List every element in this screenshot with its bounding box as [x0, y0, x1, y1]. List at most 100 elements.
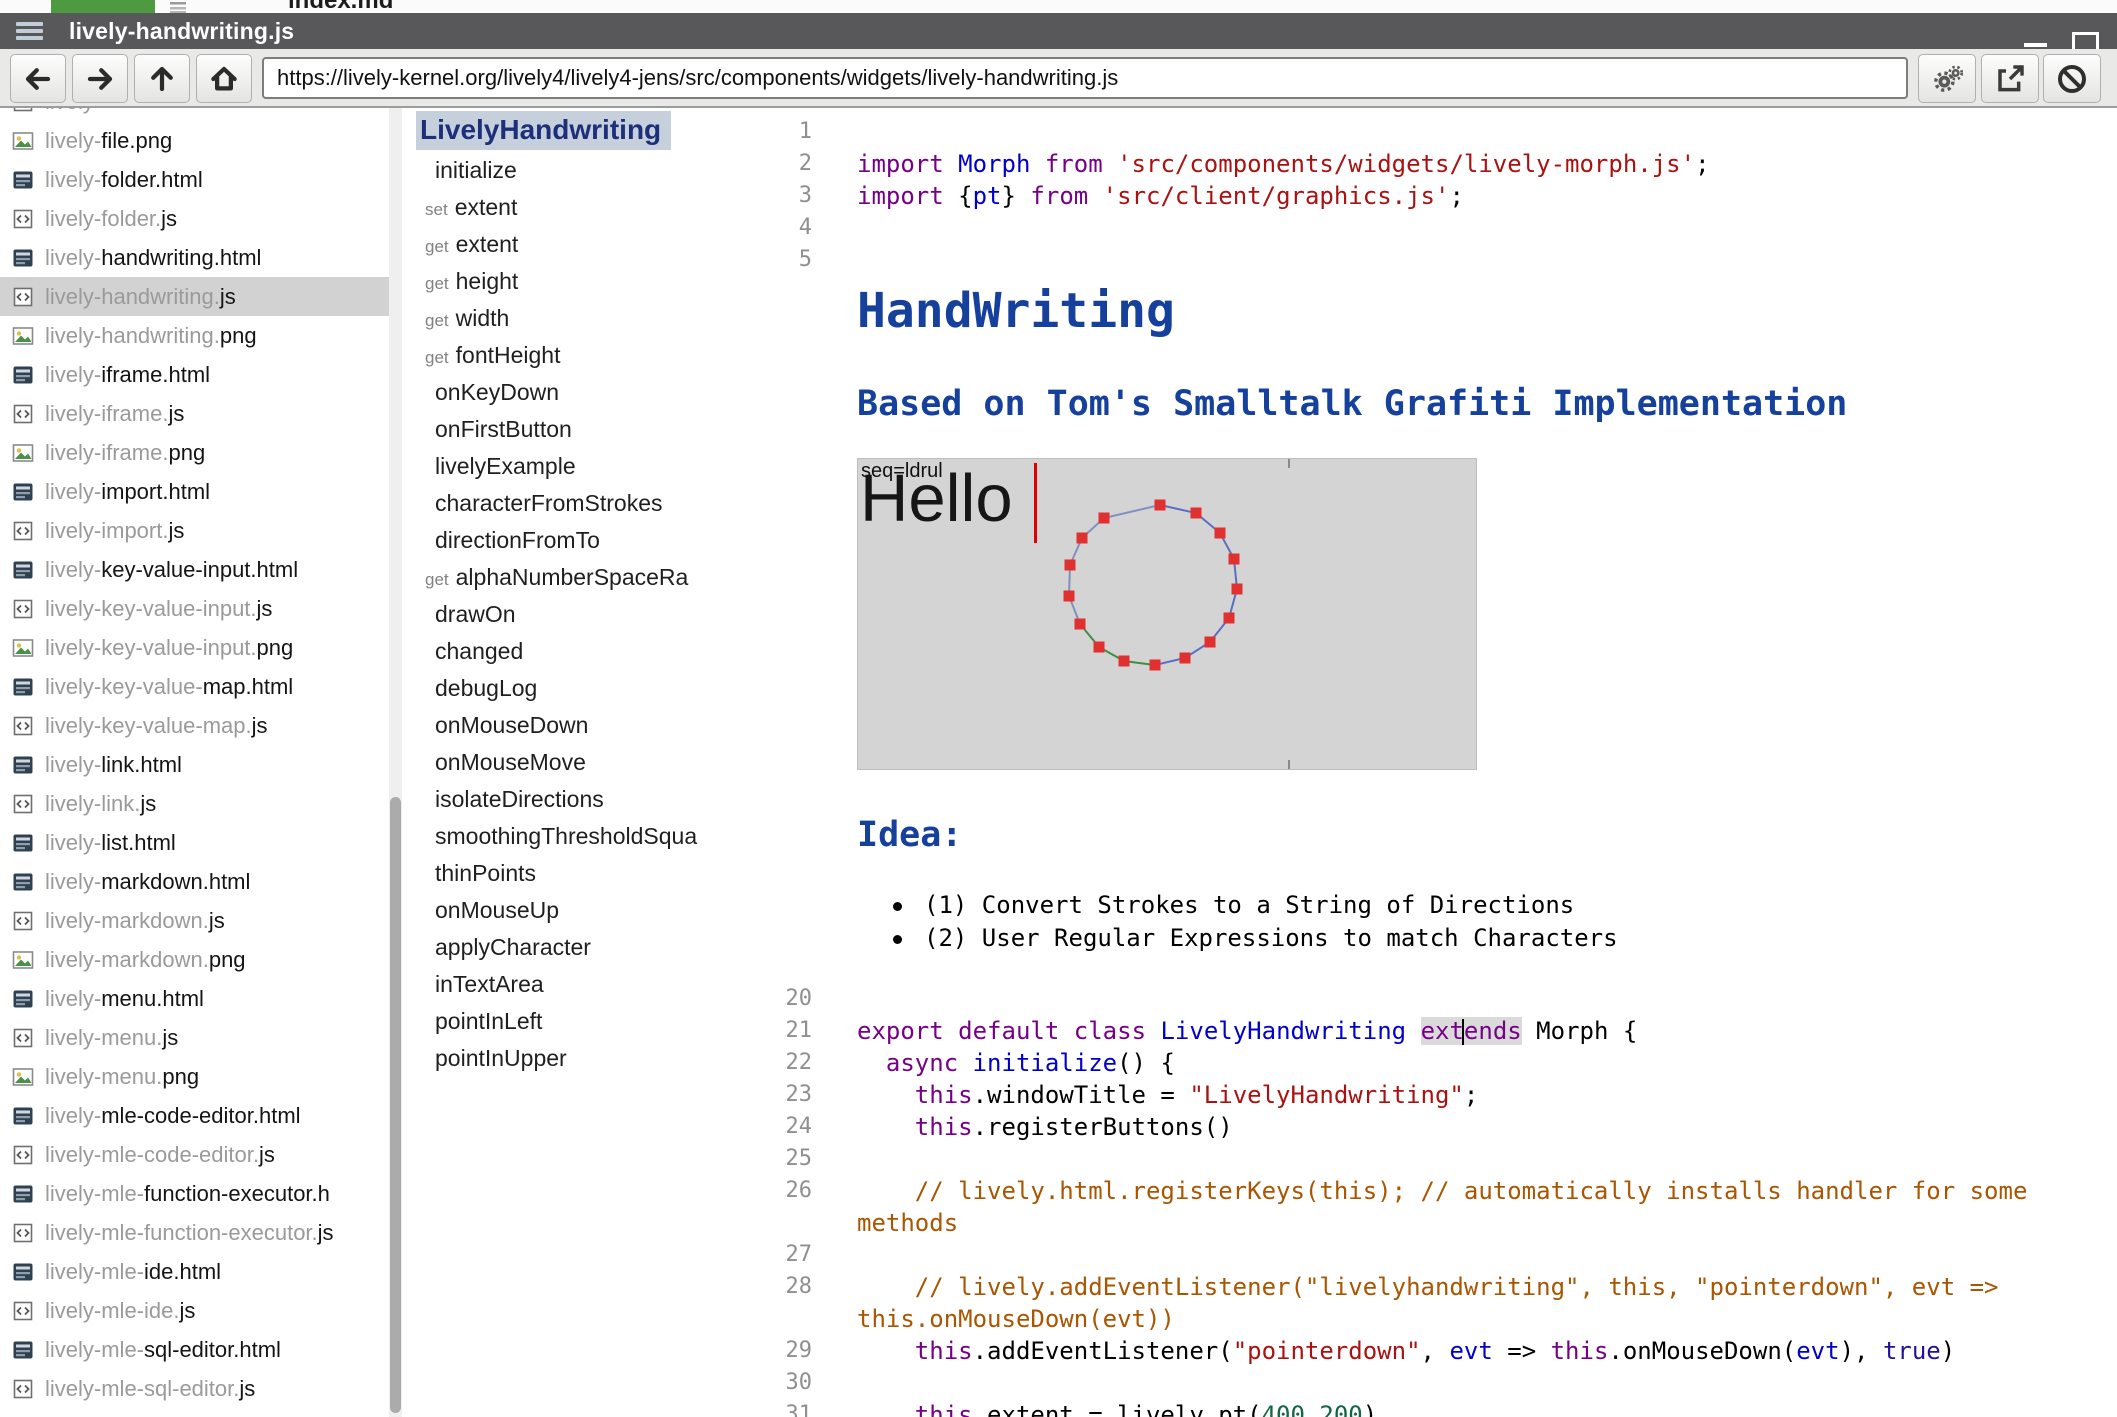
code-line[interactable]: 29 this.addEventListener("pointerdown", … — [736, 1335, 2117, 1367]
file-name-dim: lively- — [45, 128, 101, 154]
outline-method-row[interactable]: getalphaNumberSpaceRa — [414, 559, 736, 596]
outline-method-row[interactable]: pointInLeft — [414, 1003, 736, 1040]
code-line[interactable]: 27 — [736, 1239, 2117, 1271]
home-button[interactable] — [196, 54, 252, 103]
file-row[interactable]: lively-markdown.html — [0, 862, 389, 901]
js-file-icon — [12, 911, 34, 931]
file-row[interactable]: lively-key-value-map.html — [0, 667, 389, 706]
code-line[interactable]: methods — [736, 1207, 2117, 1239]
scrollbar-thumb[interactable] — [390, 797, 401, 1413]
code-line[interactable]: 1 — [736, 116, 2117, 148]
outline-method-row[interactable]: applyCharacter — [414, 929, 736, 966]
menu-icon[interactable] — [16, 19, 43, 43]
code-line[interactable]: 20 — [736, 983, 2117, 1015]
outline-method-row[interactable]: onMouseUp — [414, 892, 736, 929]
outline-method-row[interactable]: characterFromStrokes — [414, 485, 736, 522]
code-line[interactable]: 26 // lively.html.registerKeys(this); //… — [736, 1175, 2117, 1207]
file-row[interactable]: lively-file.png — [0, 121, 389, 160]
code-line[interactable]: 24 this.registerButtons() — [736, 1111, 2117, 1143]
file-row[interactable]: lively-link.html — [0, 745, 389, 784]
outline-method-row[interactable]: onMouseMove — [414, 744, 736, 781]
file-row[interactable]: lively-handwriting.png — [0, 316, 389, 355]
code-line[interactable]: 22 async initialize() { — [736, 1047, 2117, 1079]
outline-method-row[interactable]: getfontHeight — [414, 337, 736, 374]
file-row[interactable]: lively-iframe.js — [0, 394, 389, 433]
method-name: alphaNumberSpaceRa — [456, 564, 689, 590]
code-line[interactable]: 21export default class LivelyHandwriting… — [736, 1015, 2117, 1047]
outline-method-row[interactable]: directionFromTo — [414, 522, 736, 559]
minimize-button[interactable] — [2024, 43, 2047, 47]
file-row[interactable]: lively-iframe.png — [0, 433, 389, 472]
outline-class-name[interactable]: LivelyHandwriting — [416, 111, 671, 150]
file-row[interactable]: lively-key-value-map.js — [0, 706, 389, 745]
outline-method-row[interactable]: setextent — [414, 189, 736, 226]
file-row[interactable]: lively-handwriting.html — [0, 238, 389, 277]
code-line[interactable]: 28 // lively.addEventListener("livelyhan… — [736, 1271, 2117, 1303]
settings-button[interactable] — [1918, 54, 1976, 103]
outline-method-row[interactable]: onFirstButton — [414, 411, 736, 448]
outline-method-row[interactable]: getwidth — [414, 300, 736, 337]
handwriting-canvas[interactable]: Hello seq=ldrul — [857, 458, 1477, 770]
file-row[interactable]: lively-menu.html — [0, 979, 389, 1018]
file-row[interactable]: lively-mle-sql-editor.html — [0, 1330, 389, 1369]
file-row[interactable]: lively-menu.png — [0, 1057, 389, 1096]
code-line[interactable]: 5 — [736, 244, 2117, 276]
file-row[interactable]: lively-mle-function-executor.h — [0, 1174, 389, 1213]
file-row[interactable]: lively-key-value-input.png — [0, 628, 389, 667]
file-row[interactable]: lively-menu.js — [0, 1018, 389, 1057]
outline-method-row[interactable]: onMouseDown — [414, 707, 736, 744]
file-row[interactable]: lively-mle-ide.js — [0, 1291, 389, 1330]
file-row[interactable]: lively-key-value-input.html — [0, 550, 389, 589]
code-line[interactable]: 25 — [736, 1143, 2117, 1175]
file-row[interactable]: lively-folder.js — [0, 199, 389, 238]
outline-method-row[interactable]: getheight — [414, 263, 736, 300]
file-row[interactable]: lively-folder.html — [0, 160, 389, 199]
file-row[interactable]: lively-mle-code-editor.js — [0, 1135, 389, 1174]
file-list-scrollbar[interactable] — [389, 108, 402, 1417]
file-row[interactable]: lively-markdown.js — [0, 901, 389, 940]
outline-method-row[interactable]: isolateDirections — [414, 781, 736, 818]
file-name-dim: lively-mle-sql-editor. — [45, 1376, 239, 1402]
outline-method-row[interactable]: pointInUpper — [414, 1040, 736, 1077]
outline-method-row[interactable]: debugLog — [414, 670, 736, 707]
file-row[interactable]: lively-list.html — [0, 823, 389, 862]
outline-method-row[interactable]: drawOn — [414, 596, 736, 633]
file-row[interactable]: lively-import.html — [0, 472, 389, 511]
file-row[interactable]: lively-mle-code-editor.html — [0, 1096, 389, 1135]
outline-method-row[interactable]: getextent — [414, 226, 736, 263]
code-line[interactable]: 4 — [736, 212, 2117, 244]
file-row[interactable]: lively-mle-function-executor.js — [0, 1213, 389, 1252]
outline-method-row[interactable]: changed — [414, 633, 736, 670]
outline-method-row[interactable]: inTextArea — [414, 966, 736, 1003]
file-name-dim: lively-import. — [45, 518, 168, 544]
back-button[interactable] — [10, 54, 66, 103]
code-line[interactable]: 3import {pt} from 'src/client/graphics.j… — [736, 180, 2117, 212]
file-row[interactable]: lively-handwriting.js — [0, 277, 389, 316]
file-row[interactable]: lively-markdown.png — [0, 940, 389, 979]
file-row[interactable]: lively-import.js — [0, 511, 389, 550]
forward-arrow-icon — [85, 64, 115, 94]
forward-button[interactable] — [72, 54, 128, 103]
url-input[interactable] — [262, 57, 1908, 99]
code-line[interactable]: 2import Morph from 'src/components/widge… — [736, 148, 2117, 180]
file-row[interactable]: lively- — [0, 108, 389, 121]
code-line[interactable]: 30 — [736, 1367, 2117, 1399]
outline-method-row[interactable]: livelyExample — [414, 448, 736, 485]
outline-method-row[interactable]: smoothingThresholdSqua — [414, 818, 736, 855]
file-row[interactable]: lively-key-value-input.js — [0, 589, 389, 628]
outline-method-row[interactable]: thinPoints — [414, 855, 736, 892]
html-file-icon — [12, 365, 34, 385]
outline-method-row[interactable]: initialize — [414, 152, 736, 189]
code-line[interactable]: this.onMouseDown(evt)) — [736, 1303, 2117, 1335]
file-row[interactable]: lively-mle-ide.html — [0, 1252, 389, 1291]
block-button[interactable] — [2043, 54, 2101, 103]
open-external-button[interactable] — [1981, 54, 2039, 103]
up-button[interactable] — [134, 54, 190, 103]
file-row[interactable]: lively-mle-sql-editor.js — [0, 1369, 389, 1408]
code-line[interactable]: 31 this.extent = lively.pt(400,200) — [736, 1399, 2117, 1417]
window-titlebar: lively-handwriting.js — [0, 13, 2117, 49]
code-line[interactable]: 23 this.windowTitle = "LivelyHandwriting… — [736, 1079, 2117, 1111]
outline-method-row[interactable]: onKeyDown — [414, 374, 736, 411]
file-row[interactable]: lively-link.js — [0, 784, 389, 823]
file-row[interactable]: lively-iframe.html — [0, 355, 389, 394]
